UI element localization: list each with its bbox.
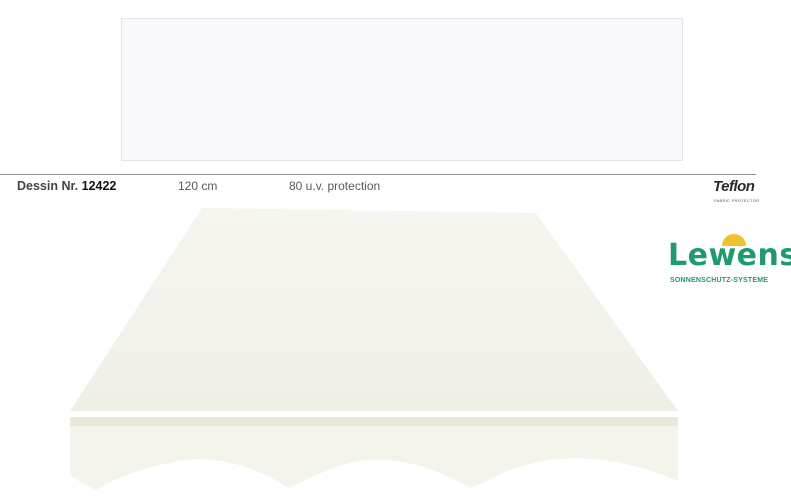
awning-stripe <box>70 417 678 426</box>
uv-protection: 80 u.v. protection <box>289 179 381 193</box>
awning-illustration <box>70 208 678 490</box>
awning-valance <box>70 426 678 490</box>
dessin-label: Dessin Nr. <box>17 179 79 193</box>
teflon-sub: FABRIC PROTECTOR <box>714 198 760 203</box>
awning-top <box>70 208 678 411</box>
teflon-word: Teflon <box>713 178 755 195</box>
teflon-badge: Teflon FABRIC PROTECTOR <box>713 178 760 206</box>
dessin-number: 12422 <box>81 179 117 193</box>
brand-name: Lewens <box>668 238 791 273</box>
divider-line <box>0 174 756 175</box>
fabric-width: 120 cm <box>178 179 218 193</box>
fabric-swatch <box>121 18 683 161</box>
dessin-info: Dessin Nr. 12422 <box>17 179 116 193</box>
brand-tagline: SONNENSCHUTZ-SYSTEME <box>670 277 769 284</box>
lewens-logo: Lewens SONNENSCHUTZ-SYSTEME <box>668 232 791 292</box>
